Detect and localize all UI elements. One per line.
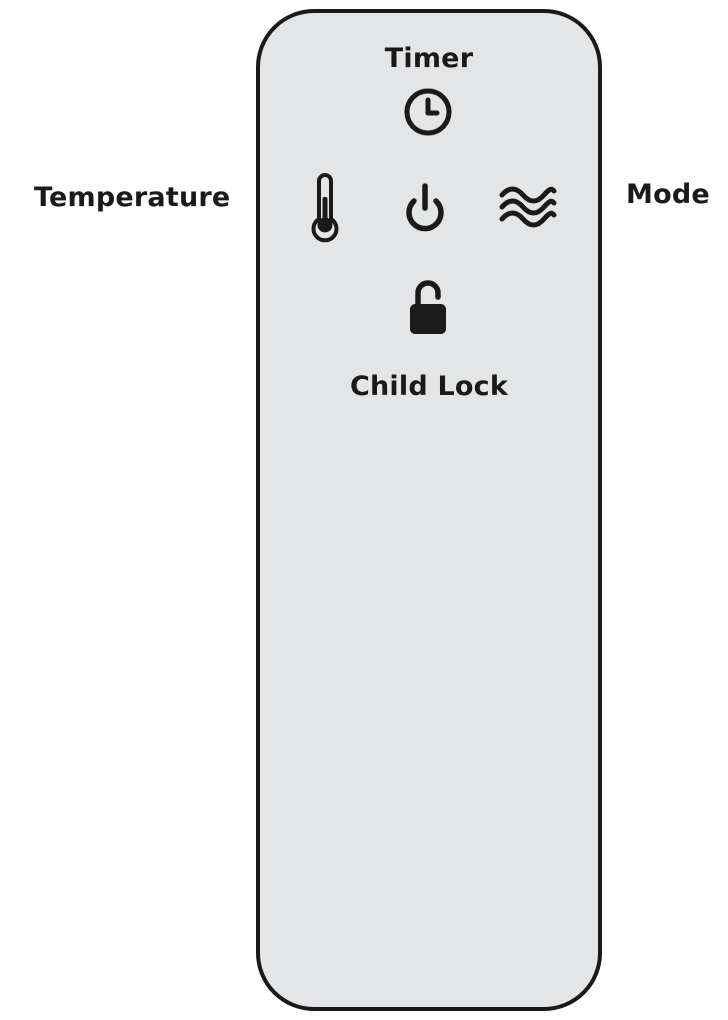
thermometer-icon	[311, 173, 339, 243]
clock-icon	[404, 88, 452, 136]
waves-icon	[499, 186, 557, 228]
unlocked-padlock-icon	[410, 280, 446, 334]
power-icon	[406, 183, 444, 232]
remote-control-body: Timer Child Lock	[256, 9, 602, 1011]
child-lock-label: Child Lock	[350, 371, 508, 402]
temperature-button[interactable]	[310, 171, 340, 243]
timer-label: Timer	[384, 43, 474, 74]
power-button[interactable]	[400, 180, 450, 236]
temperature-label: Temperature	[34, 182, 231, 213]
mode-button[interactable]	[498, 183, 558, 229]
timer-button[interactable]	[403, 87, 453, 137]
mode-label: Mode	[626, 179, 710, 210]
child-lock-button[interactable]	[408, 278, 448, 336]
